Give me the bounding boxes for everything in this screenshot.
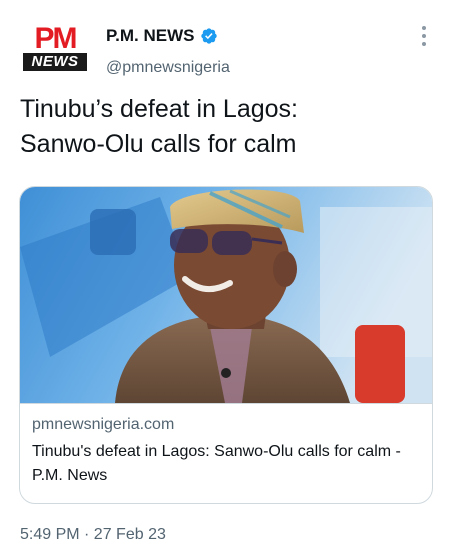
display-name-row[interactable]: P.M. NEWS <box>106 26 218 46</box>
avatar-logo-news: NEWS <box>23 53 87 71</box>
card-title: Tinubu's defeat in Lagos: Sanwo-Olu call… <box>32 443 401 484</box>
avatar-logo-pm: PM <box>34 22 78 55</box>
more-dot <box>422 42 426 46</box>
more-dot <box>422 34 426 38</box>
verified-badge-icon <box>201 28 218 44</box>
tweet-header: PM NEWS P.M. NEWS @pmnewsnigeria <box>20 22 432 82</box>
avatar[interactable]: PM NEWS <box>20 22 90 74</box>
user-handle[interactable]: @pmnewsnigeria <box>106 59 230 77</box>
display-name[interactable]: P.M. NEWS <box>106 26 194 46</box>
tweet-timestamp[interactable]: 5:49 PM · 27 Feb 23 <box>20 526 166 544</box>
card-domain: pmnewsnigeria.com <box>32 416 175 433</box>
article-image[interactable] <box>20 187 432 403</box>
more-dot <box>422 26 426 30</box>
card-info[interactable]: pmnewsnigeria.com Tinubu's defeat in Lag… <box>20 403 432 503</box>
link-preview-card[interactable]: pmnewsnigeria.com Tinubu's defeat in Lag… <box>19 186 433 504</box>
more-vertical-icon[interactable] <box>416 24 432 48</box>
tweet-text: Tinubu’s defeat in Lagos: Sanwo-Olu call… <box>20 95 298 158</box>
